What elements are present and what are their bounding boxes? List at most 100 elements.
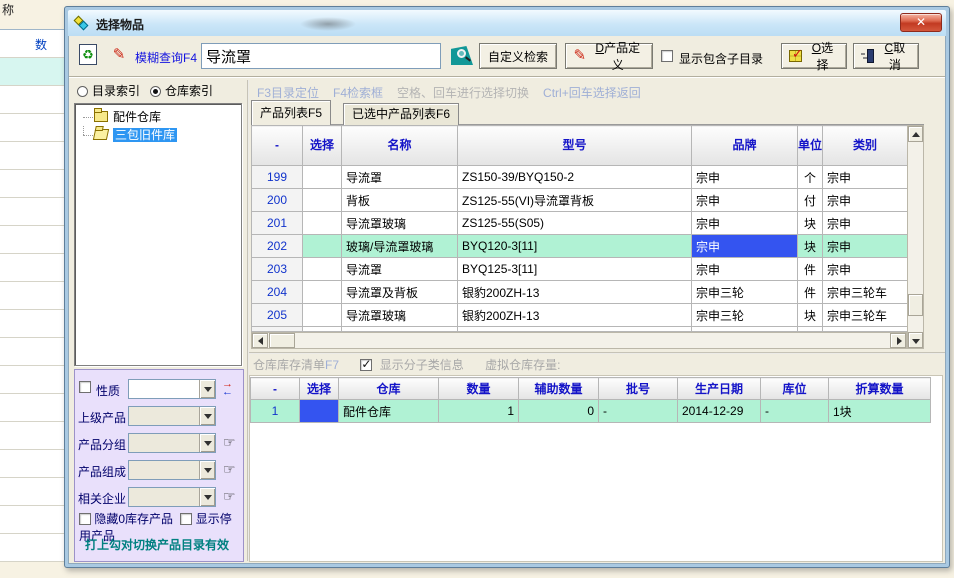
horizontal-scroll-thumb[interactable]: [269, 333, 295, 348]
pointing-hand-icon[interactable]: ☞: [223, 488, 236, 505]
brand-cell[interactable]: 宗申: [692, 212, 798, 235]
unit-cell[interactable]: 块: [798, 212, 823, 235]
row-number[interactable]: 201: [252, 212, 303, 235]
brand-cell[interactable]: 宗申: [692, 189, 798, 212]
hide-zero-stock-checkbox[interactable]: [79, 513, 91, 525]
row-number[interactable]: 202: [252, 235, 303, 258]
tab-product-list[interactable]: 产品列表F5: [251, 100, 331, 125]
name-cell[interactable]: 导流罩: [342, 258, 458, 281]
name-cell[interactable]: 背板: [342, 189, 458, 212]
scroll-right-icon[interactable]: [890, 333, 906, 348]
title-bar[interactable]: 选择物品 ✕: [68, 10, 946, 36]
model-cell[interactable]: ZS125-55(VI)导流罩背板: [458, 189, 692, 212]
row-number[interactable]: 204: [252, 281, 303, 304]
scroll-left-icon[interactable]: [252, 333, 268, 348]
product-group-combo[interactable]: [128, 433, 216, 453]
close-button[interactable]: ✕: [900, 13, 942, 32]
category-cell[interactable]: 宗申: [823, 212, 908, 235]
brand-cell[interactable]: 宗申三轮: [692, 281, 798, 304]
tab-selected-products[interactable]: 已选中产品列表F6: [343, 103, 459, 125]
select-cell[interactable]: [303, 281, 342, 304]
model-cell[interactable]: ZS125-55(S05): [458, 212, 692, 235]
brand-cell[interactable]: 宗申: [692, 166, 798, 189]
scroll-up-icon[interactable]: [908, 126, 923, 142]
chevron-down-icon[interactable]: [199, 407, 215, 425]
related-company-combo[interactable]: [128, 487, 216, 507]
location-cell[interactable]: -: [761, 400, 829, 423]
model-cell[interactable]: 银豹200ZH-13: [458, 281, 692, 304]
search-input[interactable]: [201, 43, 441, 69]
unit-cell[interactable]: 块: [798, 235, 823, 258]
show-subclass-checkbox[interactable]: [360, 359, 372, 371]
tree-item-parts-warehouse[interactable]: 配件仓库: [77, 108, 239, 126]
vertical-scroll-thumb[interactable]: [908, 294, 923, 316]
catalog-index-radio[interactable]: [77, 86, 88, 97]
refresh-document-icon[interactable]: ♻: [79, 44, 97, 65]
category-cell[interactable]: 宗申: [823, 258, 908, 281]
select-button[interactable]: O选择: [781, 43, 847, 69]
model-cell[interactable]: 银豹200ZH-13: [458, 304, 692, 327]
row-number[interactable]: 205: [252, 304, 303, 327]
select-cell[interactable]: [303, 166, 342, 189]
quantity-cell[interactable]: 1: [439, 400, 519, 423]
brand-cell[interactable]: 宗申: [692, 258, 798, 281]
custom-search-button[interactable]: 自定义检索: [479, 43, 557, 69]
swap-arrows-icon[interactable]: →←: [222, 380, 240, 396]
chevron-down-icon[interactable]: [199, 461, 215, 479]
name-cell[interactable]: 导流罩玻璃: [342, 212, 458, 235]
pen-icon[interactable]: ✎: [109, 45, 129, 65]
warehouse-cell[interactable]: 配件仓库: [339, 400, 439, 423]
product-composition-combo[interactable]: [128, 460, 216, 480]
chevron-down-icon[interactable]: [199, 488, 215, 506]
unit-cell[interactable]: 个: [798, 166, 823, 189]
brand-cell[interactable]: 宗申三轮: [692, 304, 798, 327]
row-number[interactable]: 1: [251, 400, 300, 423]
nature-combo[interactable]: [128, 379, 216, 399]
select-cell[interactable]: [303, 189, 342, 212]
warehouse-index-radio[interactable]: [150, 86, 161, 97]
name-cell[interactable]: 导流罩玻璃: [342, 304, 458, 327]
batch-cell[interactable]: -: [599, 400, 678, 423]
row-number[interactable]: 200: [252, 189, 303, 212]
unit-cell[interactable]: 块: [798, 304, 823, 327]
select-cell[interactable]: [303, 235, 342, 258]
section-splitter[interactable]: [249, 352, 945, 354]
brand-cell-focused[interactable]: 宗申: [692, 235, 798, 258]
category-cell[interactable]: 宗申: [823, 235, 908, 258]
model-cell[interactable]: BYQ120-3[11]: [458, 235, 692, 258]
parent-product-combo[interactable]: [128, 406, 216, 426]
select-cell[interactable]: [303, 258, 342, 281]
pointing-hand-icon[interactable]: ☞: [223, 461, 236, 478]
vertical-scrollbar[interactable]: [907, 125, 924, 349]
converted-quantity-cell[interactable]: 1块: [829, 400, 931, 423]
unit-cell[interactable]: 件: [798, 258, 823, 281]
chevron-down-icon[interactable]: [199, 380, 215, 398]
production-date-cell[interactable]: 2014-12-29: [678, 400, 761, 423]
horizontal-scrollbar[interactable]: [251, 332, 907, 349]
select-cell[interactable]: [303, 212, 342, 235]
product-definition-button[interactable]: ✎ D产品定义: [565, 43, 653, 69]
name-cell[interactable]: 玻璃/导流罩玻璃: [342, 235, 458, 258]
name-cell[interactable]: 导流罩及背板: [342, 281, 458, 304]
nature-checkbox[interactable]: [79, 381, 91, 393]
row-number[interactable]: 199: [252, 166, 303, 189]
category-cell[interactable]: 宗申: [823, 166, 908, 189]
tree-item-three-pack-warehouse[interactable]: 三包旧件库: [77, 126, 239, 144]
cancel-button[interactable]: C取消: [853, 43, 919, 69]
select-cell[interactable]: [303, 304, 342, 327]
model-cell[interactable]: ZS150-39/BYQ150-2: [458, 166, 692, 189]
unit-cell[interactable]: 付: [798, 189, 823, 212]
row-number[interactable]: 203: [252, 258, 303, 281]
search-icon[interactable]: [451, 46, 473, 65]
pointing-hand-icon[interactable]: ☞: [223, 434, 236, 451]
chevron-down-icon[interactable]: [199, 434, 215, 452]
category-cell[interactable]: 宗申: [823, 189, 908, 212]
show-subdirectory-checkbox[interactable]: [661, 50, 673, 62]
aux-quantity-cell[interactable]: 0: [519, 400, 599, 423]
name-cell[interactable]: 导流罩: [342, 166, 458, 189]
category-cell[interactable]: 宗申三轮车: [823, 281, 908, 304]
model-cell[interactable]: BYQ125-3[11]: [458, 258, 692, 281]
select-cell-focused[interactable]: [300, 400, 339, 423]
unit-cell[interactable]: 件: [798, 281, 823, 304]
show-disabled-checkbox[interactable]: [180, 513, 192, 525]
